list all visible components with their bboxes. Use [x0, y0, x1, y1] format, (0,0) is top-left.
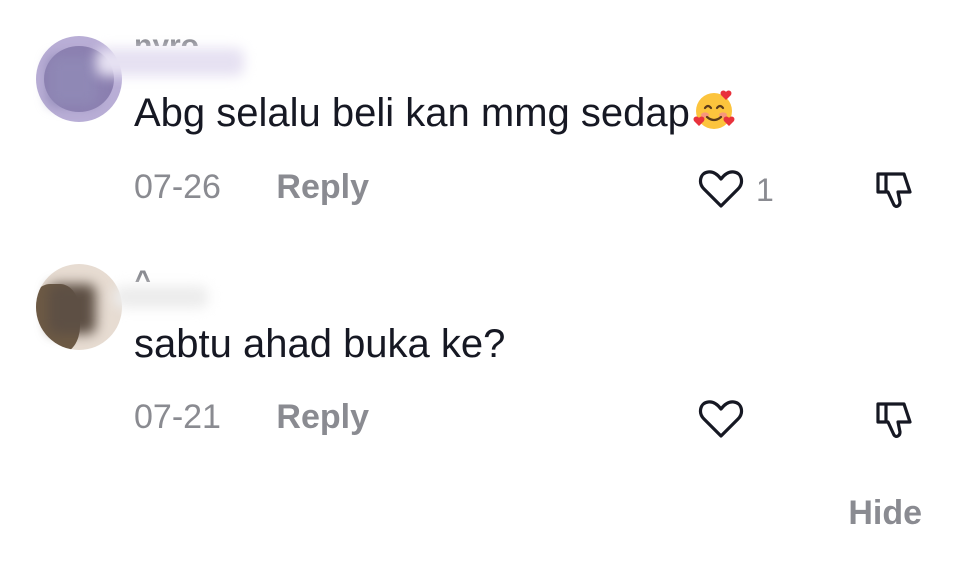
comment-date: 07-26	[134, 168, 221, 206]
comment-meta: 07-26 Reply	[134, 168, 369, 207]
comment-username[interactable]: ^	[134, 260, 152, 282]
comment-text: sabtu ahad buka ke?	[134, 322, 506, 366]
reply-button[interactable]: Reply	[276, 398, 369, 437]
heart-outline-icon	[698, 400, 744, 438]
smiling-face-with-hearts-icon	[693, 90, 735, 129]
comment-item: ^ sabtu ahad buka ke? 07-21 Reply	[0, 240, 960, 470]
thumbs-down-icon	[876, 172, 912, 209]
username-blur-mask	[96, 48, 244, 76]
comment-date: 07-21	[134, 398, 221, 436]
comment-text: Abg selalu beli kan mmg sedap	[134, 88, 736, 137]
thumbs-down-icon	[876, 402, 912, 439]
comment-username[interactable]: nyro	[134, 24, 199, 46]
like-button[interactable]	[698, 398, 778, 442]
reply-button[interactable]: Reply	[276, 168, 369, 207]
username-blur-mask	[114, 286, 208, 308]
comment-item: nyro Abg selalu beli kan mmg sedap 07-26…	[0, 0, 960, 240]
comment-meta: 07-21 Reply	[134, 398, 369, 437]
like-count: 1	[756, 172, 774, 208]
heart-outline-icon	[698, 170, 744, 208]
dislike-button[interactable]	[870, 396, 918, 444]
hide-replies-button[interactable]: Hide	[848, 494, 922, 533]
avatar-blur-mask	[48, 284, 96, 334]
like-button[interactable]: 1	[698, 168, 778, 212]
dislike-button[interactable]	[870, 166, 918, 214]
avatar-blur-mask	[48, 56, 98, 106]
comment-text-content: Abg selalu beli kan mmg sedap	[134, 91, 690, 135]
